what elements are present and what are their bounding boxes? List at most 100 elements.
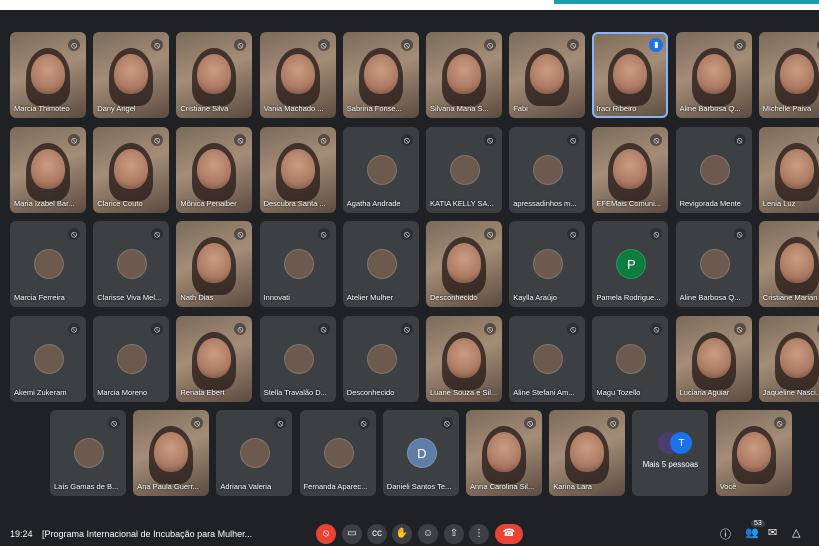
participant-tile[interactable]: ⦸ apressadinhos m... — [509, 126, 586, 213]
mic-off-icon: ⦸ — [68, 39, 80, 51]
participant-tile[interactable]: ⦸ Anna Carolina Sil... — [466, 410, 542, 496]
participant-name: Aline Barbosa Q... — [679, 104, 741, 113]
participant-name: Aline Stefani Am... — [513, 387, 575, 397]
participant-tile[interactable]: ⦸ Marcia Moreno — [93, 315, 170, 402]
participant-name: Cristiane Silva — [180, 104, 229, 113]
participant-tile[interactable]: ⦸ Revigorada Mente — [675, 126, 752, 213]
participant-name: Marcia Moreno — [97, 387, 148, 397]
participant-tile[interactable]: ⦸ Silvana Maria S... — [426, 32, 502, 118]
avatar — [323, 438, 354, 468]
participant-tile[interactable]: ⦸ Marcia Ferreira — [10, 221, 86, 307]
participant-tile[interactable]: ⦸Michelle Paiva — [758, 32, 819, 118]
raise-hand-icon[interactable]: ✋ — [392, 524, 412, 544]
mic-off-icon: ⦸ — [650, 228, 663, 240]
avatar — [366, 343, 397, 374]
participant-face — [197, 337, 232, 378]
participant-face — [487, 432, 521, 472]
info-icon[interactable]: ⓘ — [720, 526, 731, 542]
participant-tile[interactable]: ⦸ Agatha Andrade — [342, 126, 419, 213]
participant-name: Stella Travalão D... — [263, 387, 327, 397]
participant-face — [613, 148, 648, 189]
participant-tile[interactable]: ⦸ Atelier Mulher — [342, 221, 419, 307]
avatar — [74, 438, 104, 468]
participant-tile[interactable]: ▮ Iraci Ribeiro — [592, 32, 669, 118]
participant-tile[interactable]: ⦸ Marcia Thimoteo — [10, 32, 86, 118]
participant-tile[interactable]: ⦸ Fernanda Aparec... — [299, 410, 376, 496]
participant-tile[interactable]: ⦸ Você — [715, 410, 792, 496]
participant-tile[interactable]: ⦸ Maria Izabel Bar... — [10, 126, 86, 213]
present-icon[interactable]: ⇧ — [444, 524, 464, 544]
participant-face — [613, 54, 648, 94]
participant-tile[interactable]: ⦸Cristiane Marian — [758, 221, 819, 307]
participant-tile[interactable]: ⦸ Magu Tozello — [592, 315, 669, 402]
participant-tile[interactable]: ⦸ Fabi — [509, 32, 586, 118]
mic-off-icon: ⦸ — [484, 322, 496, 335]
mic-off-icon: ⦸ — [108, 417, 120, 429]
participant-name: Vania Machado ... — [263, 104, 324, 113]
participant-tile[interactable]: ⦸ Laís Gamas de B... — [50, 410, 126, 496]
mic-off-icon: ⦸ — [567, 322, 580, 335]
participant-face — [736, 432, 771, 472]
participant-name: Silvana Maria S... — [430, 104, 489, 113]
hang-up-icon[interactable]: ☎ — [495, 524, 523, 544]
participant-tile[interactable]: ⦸Jaqueline Nasci... — [758, 315, 819, 402]
participant-face — [570, 432, 605, 472]
mic-off-icon: ⦸ — [650, 133, 663, 146]
control-bar: 19:24 [Programa Internacional de Incubaç… — [0, 520, 819, 546]
participant-tile[interactable]: ⦸ Nath Dias — [176, 221, 253, 307]
participant-tile[interactable]: P ⦸ Pamela Rodrigue... — [592, 221, 669, 307]
mic-off-icon: ⦸ — [317, 322, 330, 335]
mic-off-icon: ⦸ — [317, 133, 330, 146]
participant-name: Fernanda Aparec... — [303, 482, 368, 491]
participant-tile[interactable]: ⦸ Adriana Valeria — [216, 410, 293, 496]
more-options-icon[interactable]: ⋮ — [469, 524, 489, 544]
participant-tile[interactable]: ⦸ Desconhecido — [426, 221, 502, 307]
avatar — [366, 154, 397, 185]
participant-name: Magu Tozello — [596, 387, 641, 397]
participant-name: Akemi Zukeram — [14, 387, 67, 397]
participant-tile[interactable]: ⦸ Karina Lara — [549, 410, 626, 496]
participant-tile[interactable]: ⦸ Descubra Santa ... — [259, 126, 336, 213]
participant-tile[interactable]: ⦸ KATIA KELLY SA... — [426, 126, 502, 213]
participant-name: Kaylla Araújo — [513, 293, 557, 302]
captions-icon[interactable]: cc — [367, 524, 387, 544]
participant-tile[interactable]: ⦸ Innovati — [259, 221, 336, 307]
participant-tile[interactable]: ⦸ Aline Barbosa Q... — [675, 32, 752, 118]
participant-tile[interactable]: ⦸ Stella Travalão D... — [259, 315, 336, 402]
participant-name: Desconhecido — [346, 387, 395, 397]
avatar: D — [406, 438, 437, 468]
activities-icon[interactable]: △ — [792, 526, 800, 539]
participant-tile[interactable]: ⦸ Mônica Penaiber — [176, 126, 253, 213]
mic-off-icon: ⦸ — [68, 228, 80, 240]
participant-tile[interactable]: ⦸ Ana Paula Guerr... — [133, 410, 210, 496]
participant-tile[interactable]: ⦸ Vania Machado ... — [259, 32, 336, 118]
participant-tile[interactable]: D ⦸ Danieli Santos Te... — [382, 410, 459, 496]
participant-tile[interactable]: ⦸ Kaylla Araújo — [509, 221, 586, 307]
participant-tile[interactable]: ⦸ Luane Souza e Sil... — [426, 315, 502, 402]
participant-tile[interactable]: ⦸ Dany Angel — [93, 32, 170, 118]
participant-tile[interactable]: ⦸ Desconhecido — [342, 315, 419, 402]
participant-tile[interactable]: ⦸ Clarice Couto — [93, 126, 170, 213]
people-icon[interactable]: 👥 — [745, 526, 759, 539]
participant-tile[interactable]: ⦸Lenia Luz — [758, 126, 819, 213]
mic-off-icon[interactable]: ⦸ — [316, 524, 336, 544]
participant-tile[interactable]: ⦸ Akemi Zukeram — [10, 315, 86, 402]
participant-tile[interactable]: ⦸ Aline Stefani Am... — [509, 315, 586, 402]
participant-tile[interactable]: ⦸ Sabrina Fonse... — [342, 32, 419, 118]
mic-off-icon: ⦸ — [484, 228, 496, 240]
emoji-icon[interactable]: ☺ — [418, 524, 438, 544]
chat-icon[interactable]: ✉ — [768, 526, 777, 539]
camera-icon[interactable]: ▭ — [342, 524, 362, 544]
participant-tile[interactable]: ⦸ Aline Barbosa Q... — [675, 221, 752, 307]
accent-bar — [554, 0, 819, 4]
participant-tile[interactable]: ⦸ Clarisse Viva Mel... — [93, 221, 170, 307]
participant-tile[interactable]: ⦸ Renata Ebert — [176, 315, 253, 402]
participant-name: EFEMais Comuni... — [596, 198, 661, 208]
participant-name: Revigorada Mente — [679, 198, 741, 208]
mic-off-icon: ⦸ — [567, 133, 580, 146]
participant-tile[interactable]: ⦸ EFEMais Comuni... — [592, 126, 669, 213]
participant-name: apressadinhos m... — [513, 198, 577, 208]
participant-tile[interactable]: T Mais 5 pessoas — [632, 410, 709, 496]
participant-tile[interactable]: ⦸ Luciana Aguiar — [675, 315, 752, 402]
participant-tile[interactable]: ⦸ Cristiane Silva — [176, 32, 253, 118]
